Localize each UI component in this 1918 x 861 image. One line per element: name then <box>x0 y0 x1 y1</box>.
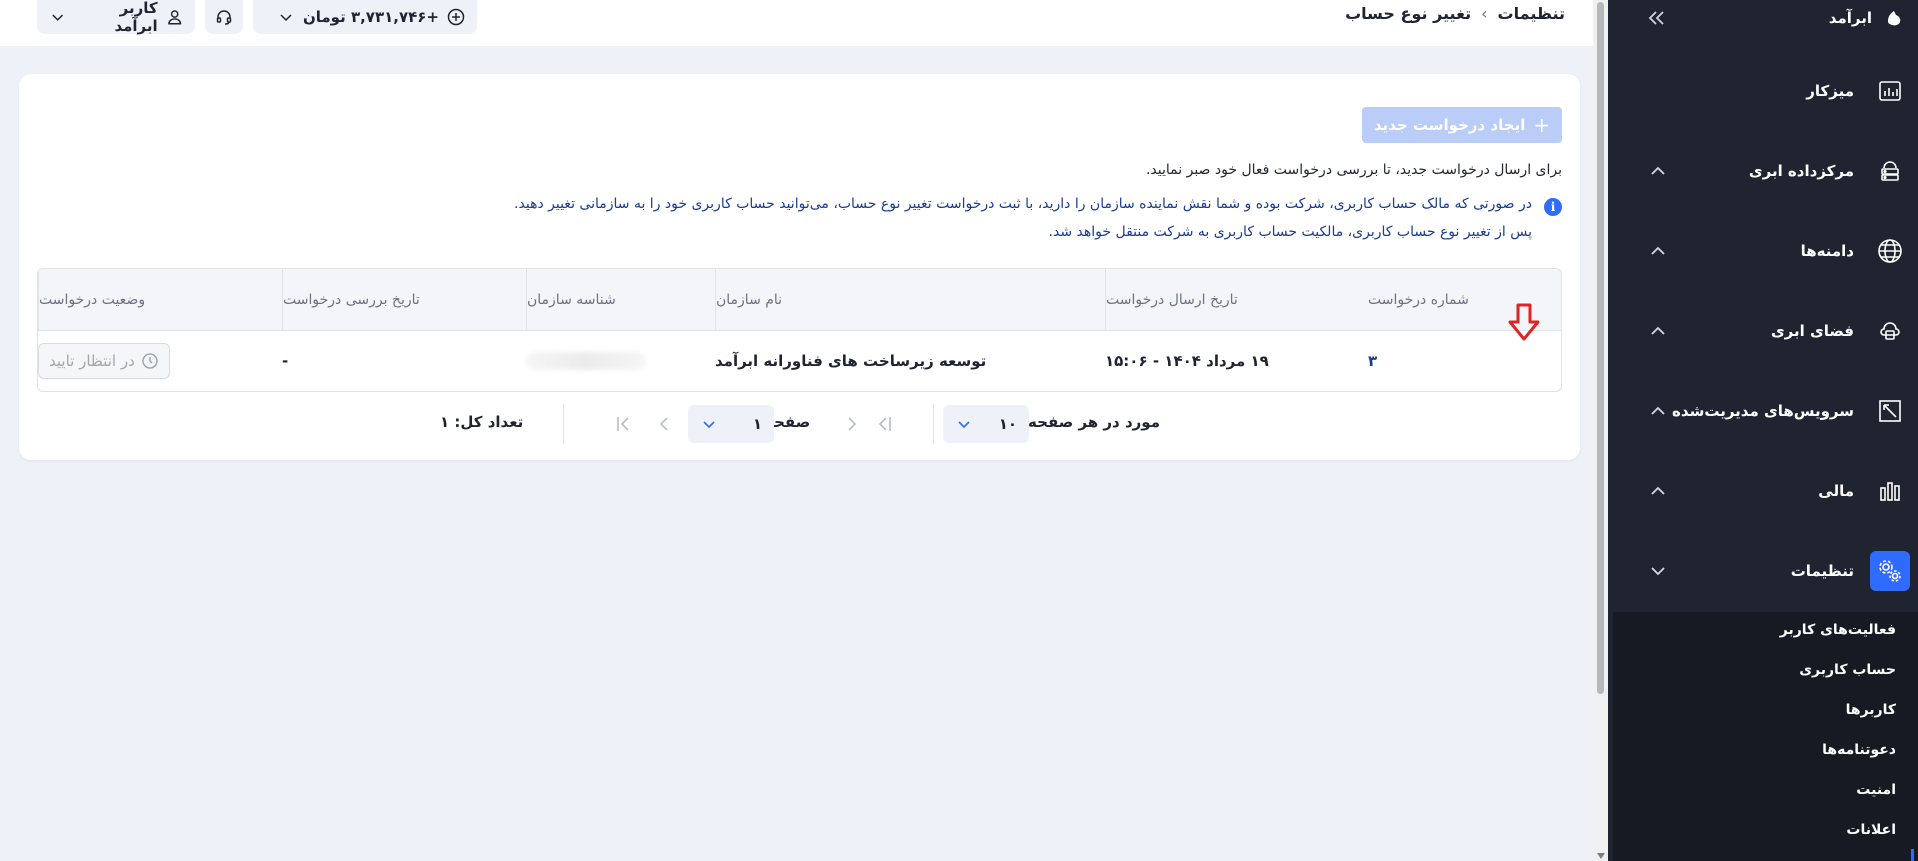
account-type-card: + ایجاد درخواست جدید برای ارسال درخواست … <box>19 74 1580 460</box>
divider <box>563 404 564 444</box>
per-page-label: مورد در هر صفحه: <box>1022 413 1160 431</box>
column-header-org-name: نام سازمان <box>715 269 1105 331</box>
sidebar-item-label: دامنه‌ها <box>1800 242 1854 260</box>
breadcrumb-current: تغییر نوع حساب <box>1345 4 1472 23</box>
scrollbar[interactable] <box>1593 0 1608 861</box>
org-id-cell <box>526 331 715 391</box>
clock-icon <box>142 353 158 369</box>
settings-gears-icon <box>1870 551 1910 591</box>
scrollbar-thumb[interactable] <box>1597 2 1604 694</box>
chevron-up-icon[interactable] <box>1646 239 1670 263</box>
requests-table: شماره درخواست تاریخ ارسال درخواست نام سا… <box>37 268 1562 392</box>
brand[interactable]: ابرآمد <box>1829 0 1904 36</box>
breadcrumb-parent[interactable]: تنظیمات <box>1498 4 1565 23</box>
status-text: در انتظار تایید <box>49 352 135 370</box>
headset-icon <box>216 10 232 25</box>
sidebar-item-label: سرویس‌های مدیریت‌شده <box>1672 402 1854 420</box>
chart-board-icon <box>1870 71 1910 111</box>
chevron-up-icon[interactable] <box>1646 159 1670 183</box>
submenu-item-users[interactable]: کاربرها <box>1846 702 1896 718</box>
info-text-line2: پس از تغییر نوع حساب کاربری، مالکیت حساب… <box>1048 224 1532 240</box>
sidebar-item-settings[interactable]: تنظیمات <box>1608 543 1918 599</box>
user-name: کاربر ابرآمد <box>114 0 158 35</box>
finance-icon <box>1870 471 1910 511</box>
per-page-select[interactable]: ۱۰ <box>943 405 1029 443</box>
highlight-arrow-icon <box>1508 303 1540 341</box>
chevron-down-icon <box>958 421 970 429</box>
submenu-item-user-activities[interactable]: فعالیت‌های کاربر <box>1780 622 1896 638</box>
review-date-cell: - <box>282 352 289 370</box>
active-indicator <box>1911 849 1914 861</box>
user-icon <box>167 10 181 25</box>
chevron-up-icon[interactable] <box>1646 479 1670 503</box>
user-menu[interactable]: کاربر ابرآمد <box>37 0 195 35</box>
page-select[interactable]: ۱ <box>688 405 774 443</box>
table-header: شماره درخواست تاریخ ارسال درخواست نام سا… <box>38 269 1561 331</box>
divider <box>933 404 934 444</box>
pending-request-note: برای ارسال درخواست جدید، تا بررسی درخواس… <box>1145 162 1562 178</box>
chevron-left-icon: › <box>1481 4 1488 23</box>
sidebar-item-label: مالی <box>1818 482 1854 500</box>
sidebar-item-finance[interactable]: مالی <box>1608 463 1918 519</box>
brand-name: ابرآمد <box>1828 9 1872 27</box>
chevron-down-icon[interactable] <box>1646 559 1670 583</box>
pagination: مورد در هر صفحه: ۱۰ صفحه ۱ تعداد کل: ۱ <box>19 402 1580 446</box>
submenu-item-security[interactable]: امنیت <box>1856 782 1896 798</box>
org-name-cell: توسعه زیرساخت های فناورانه ابرآمد <box>715 352 987 370</box>
chevron-down-icon[interactable] <box>277 8 295 26</box>
previous-page-icon[interactable] <box>841 413 861 435</box>
settings-submenu: فعالیت‌های کاربر حساب کاربری کاربرها دعو… <box>1613 612 1918 861</box>
sidebar-item-cloud-space[interactable]: فضای ابری <box>1608 303 1918 359</box>
first-page-icon[interactable] <box>875 413 895 435</box>
chevron-down-icon[interactable] <box>49 8 66 26</box>
status-badge: در انتظار تایید <box>38 343 170 379</box>
column-header-org-id: شناسه سازمان <box>526 269 715 331</box>
sidebar-item-managed-services[interactable]: سرویس‌های مدیریت‌شده <box>1608 383 1918 439</box>
blurred-org-id <box>526 352 646 370</box>
globe-icon <box>1870 231 1910 271</box>
datacenter-icon <box>1870 151 1910 191</box>
add-credit-icon[interactable] <box>447 8 465 26</box>
sidebar-item-label: تنظیمات <box>1790 562 1854 580</box>
create-request-label: ایجاد درخواست جدید <box>1373 116 1526 134</box>
support-button[interactable] <box>205 0 243 34</box>
sidebar-item-cloud-datacenter[interactable]: مرکزداده ابری <box>1608 143 1918 199</box>
logo-icon <box>1888 11 1901 26</box>
column-header-status: وضعیت درخواست <box>38 269 282 331</box>
collapse-sidebar-icon[interactable] <box>1646 6 1670 30</box>
managed-services-icon <box>1870 391 1910 431</box>
sidebar: ابرآمد میزکار مرکزداده ابری دامنه‌ها فضا… <box>1608 0 1918 861</box>
sent-date-cell: ۱۹ مرداد ۱۴۰۴ - ۱۵:۰۶ <box>1105 352 1269 370</box>
per-page-value: ۱۰ <box>998 415 1017 433</box>
cloud-space-icon <box>1870 311 1910 351</box>
sidebar-item-domains[interactable]: دامنه‌ها <box>1608 223 1918 279</box>
column-header-review-date: تاریخ بررسی درخواست <box>282 269 526 331</box>
topbar: تنظیمات › تغییر نوع حساب +۳,۷۳۱,۷۴۶ توما… <box>0 0 1593 46</box>
info-icon: i <box>1544 198 1562 216</box>
chevron-down-icon <box>703 421 715 429</box>
info-text-line1: در صورتی که مالک حساب کاربری، شرکت بوده … <box>514 196 1532 212</box>
submenu-item-account[interactable]: حساب کاربری <box>1799 662 1896 678</box>
sidebar-item-label: مرکزداده ابری <box>1748 162 1854 180</box>
balance-amount: +۳,۷۳۱,۷۴۶ تومان <box>302 8 439 26</box>
sidebar-item-label: میزکار <box>1806 82 1854 100</box>
submenu-item-invitations[interactable]: دعوتنامه‌ها <box>1822 742 1896 758</box>
sidebar-item-dashboard[interactable]: میزکار <box>1608 63 1918 119</box>
next-page-icon[interactable] <box>655 413 675 435</box>
plus-icon: + <box>1533 113 1551 137</box>
total-count: تعداد کل: ۱ <box>440 413 524 431</box>
column-header-sent-date: تاریخ ارسال درخواست <box>1105 269 1368 331</box>
submenu-item-notifications[interactable]: اعلانات <box>1846 822 1896 838</box>
chevron-up-icon[interactable] <box>1646 399 1670 423</box>
breadcrumb: تنظیمات › تغییر نوع حساب <box>1345 4 1565 23</box>
page-value: ۱ <box>752 415 762 433</box>
scroll-down-arrow-icon[interactable] <box>1597 853 1605 859</box>
balance-pill[interactable]: +۳,۷۳۱,۷۴۶ تومان <box>253 0 477 34</box>
sidebar-item-label: فضای ابری <box>1770 322 1854 340</box>
status-cell: در انتظار تایید <box>38 331 282 391</box>
last-page-icon[interactable] <box>613 413 633 435</box>
chevron-up-icon[interactable] <box>1646 319 1670 343</box>
create-request-button[interactable]: + ایجاد درخواست جدید <box>1362 107 1562 143</box>
